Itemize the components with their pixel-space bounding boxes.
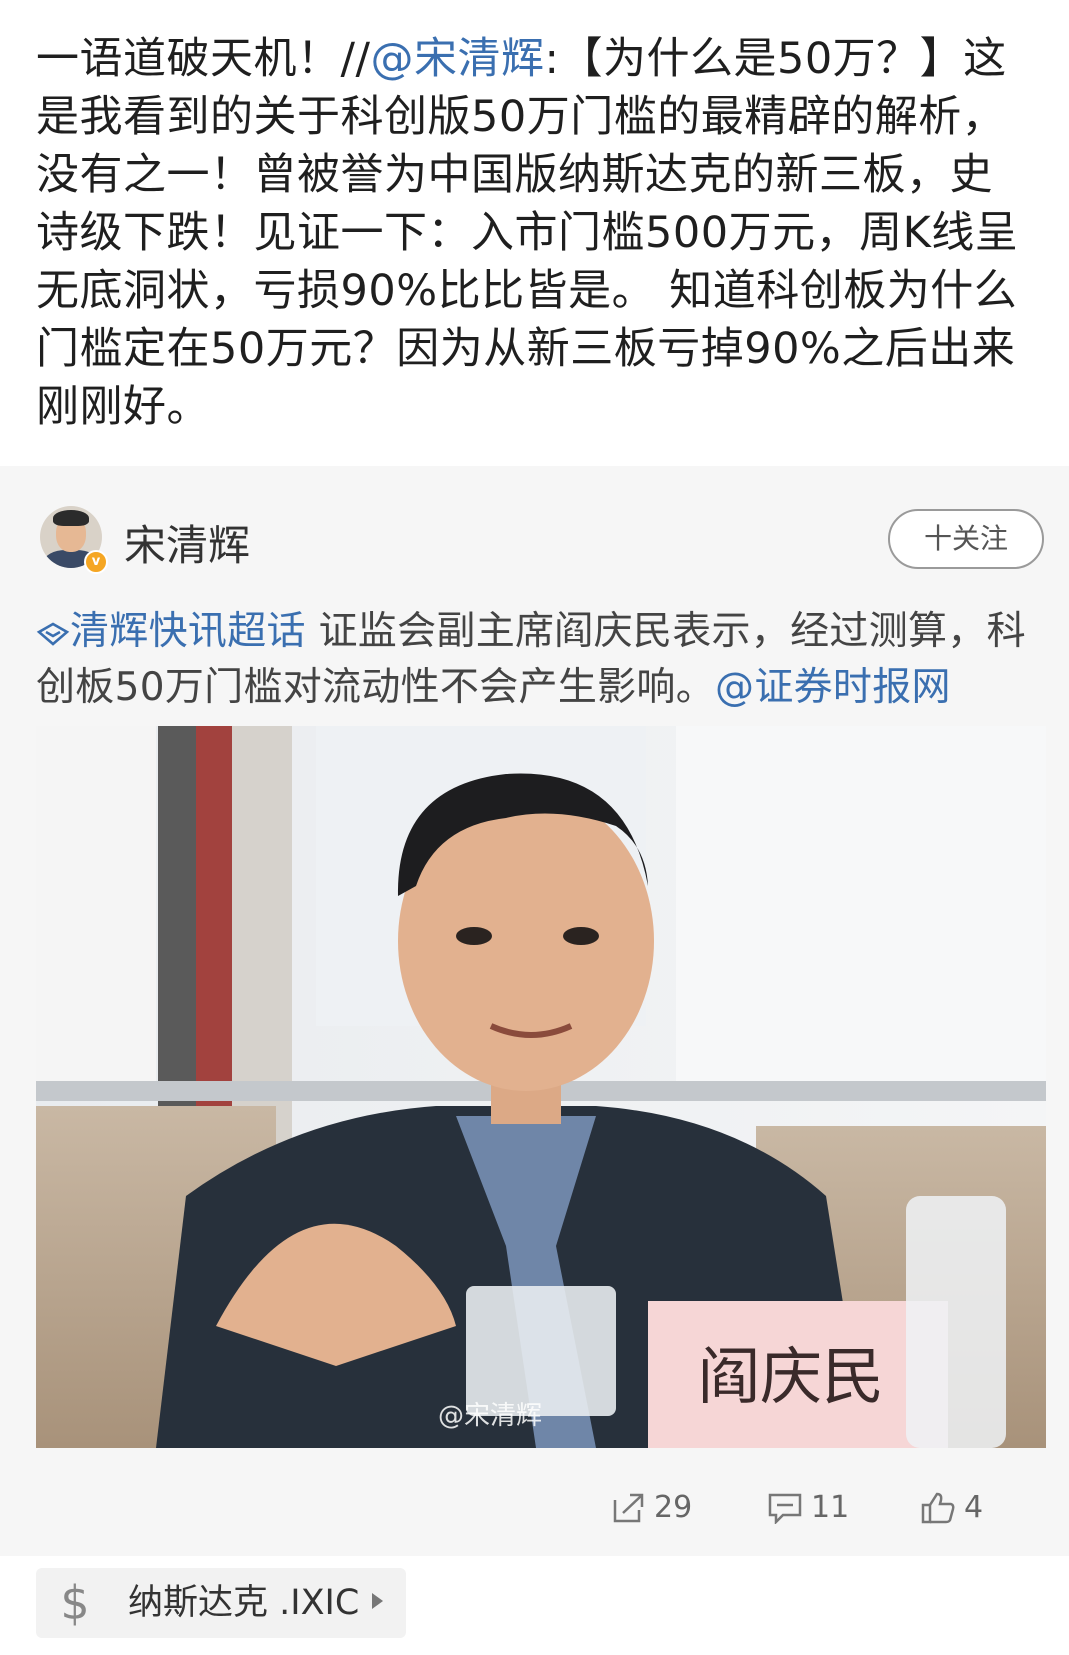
share-count: 29	[654, 1490, 693, 1525]
dollar-icon: $	[60, 1576, 90, 1630]
top-strip	[0, 0, 1069, 14]
repost-body: :【为什么是50万？】这是我看到的关于科创版50万门槛的最精辟的解析，没有之一！…	[36, 34, 1019, 432]
follow-button[interactable]: 十关注	[888, 509, 1044, 569]
original-post-text: 清辉快讯超话 证监会副主席阎庆民表示，经过测算，科创板50万门槛对流动性不会产生…	[36, 604, 1036, 716]
repost-text: 一语道破天机！//@宋清辉:【为什么是50万？】这是我看到的关于科创版50万门槛…	[36, 30, 1036, 436]
username[interactable]: 宋清辉	[124, 512, 250, 573]
comment-button[interactable]: 11	[767, 1488, 849, 1528]
verified-badge: v	[84, 550, 108, 574]
stock-label: 纳斯达克 .IXIC	[128, 1583, 360, 1623]
repost-lead: 一语道破天机！//	[36, 34, 371, 84]
comment-count: 11	[811, 1490, 850, 1525]
source-mention-link[interactable]: @证券时报网	[715, 665, 951, 710]
stock-tag[interactable]: $ 纳斯达克 .IXIC	[36, 1568, 406, 1638]
like-button[interactable]: 4	[920, 1488, 983, 1528]
post-photo[interactable]: 阎庆民 @宋清辉	[36, 726, 1046, 1448]
nameplate-text: 阎庆民	[698, 1340, 884, 1413]
topic-label: 清辉快讯超话	[70, 609, 306, 654]
share-button[interactable]: 29	[612, 1488, 692, 1528]
action-bar: 29 11 4	[0, 1488, 1069, 1528]
chevron-right-icon	[372, 1593, 383, 1609]
super-topic-icon	[36, 622, 70, 646]
photo-watermark: @宋清辉	[438, 1401, 542, 1431]
thumbs-up-icon	[921, 1492, 955, 1524]
photo-illustration: 阎庆民 @宋清辉	[36, 726, 1046, 1448]
topic-link[interactable]: 清辉快讯超话	[36, 609, 306, 654]
share-icon	[613, 1493, 644, 1523]
like-count: 4	[964, 1490, 984, 1525]
comment-icon	[768, 1493, 802, 1524]
repost-mention-link[interactable]: @宋清辉	[370, 34, 544, 84]
